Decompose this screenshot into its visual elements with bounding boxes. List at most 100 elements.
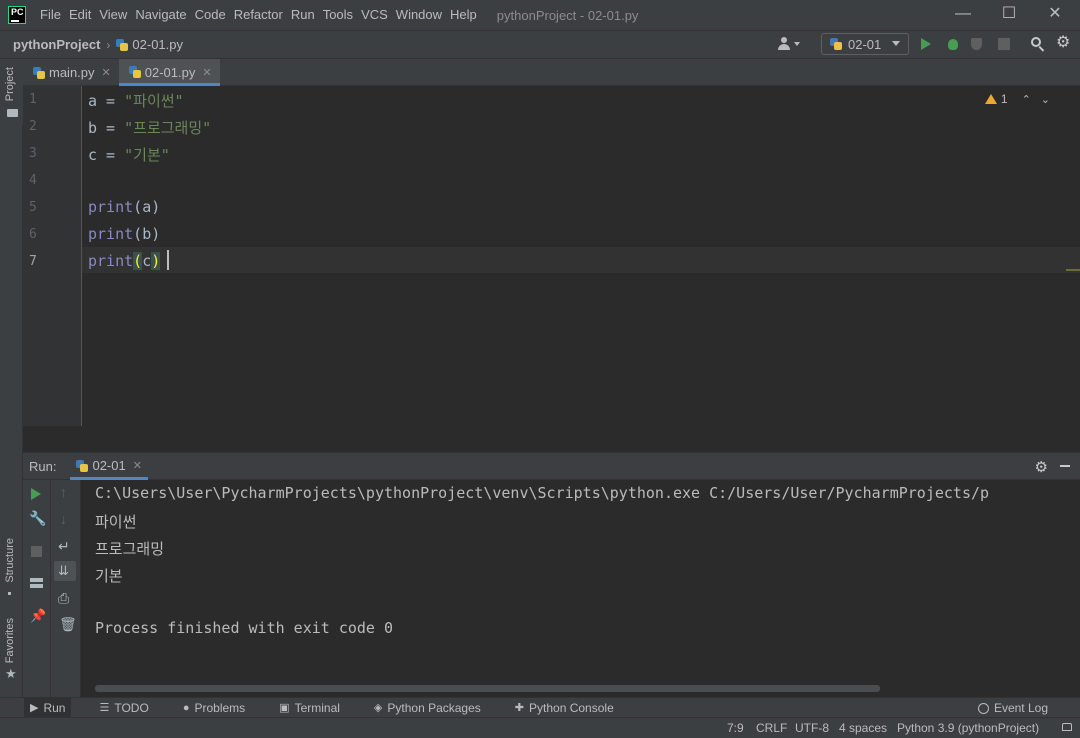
minimize-panel-icon[interactable] — [1060, 465, 1070, 467]
python-interpreter[interactable]: Python 3.9 (pythonProject) — [897, 721, 1039, 735]
arrow-down-icon[interactable]: ↓ — [60, 511, 76, 527]
menu-tools[interactable]: Tools — [319, 0, 357, 30]
left-tool-strip: Project Structure Favorites ★ — [0, 59, 23, 697]
menu-file[interactable]: File — [36, 0, 65, 30]
current-line-highlight — [82, 247, 1080, 273]
tool-todo[interactable]: ☰ TODO — [93, 698, 154, 718]
scroll-to-end-icon[interactable]: ⇊ — [54, 561, 76, 581]
scrollbar-marker[interactable] — [1066, 269, 1080, 271]
next-highlight-icon[interactable]: ⌄ — [1041, 93, 1050, 106]
run-console[interactable]: C:\Users\User\PycharmProjects\pythonProj… — [81, 480, 1080, 697]
pin-icon[interactable]: 📌 — [30, 608, 46, 624]
warning-icon — [984, 94, 997, 104]
menu-edit[interactable]: Edit — [65, 0, 95, 30]
close-window-button[interactable]: ✕ — [1032, 0, 1078, 30]
list-icon: ☰ — [99, 702, 110, 714]
print-icon[interactable]: ⎙ — [58, 590, 74, 606]
code-line-3[interactable]: c = "기본" — [88, 144, 170, 165]
project-tool-tab[interactable]: Project — [0, 59, 23, 125]
stop-icon[interactable] — [998, 38, 1010, 50]
code-line-1[interactable]: a = "파이썬" — [88, 90, 184, 111]
breadcrumb-project[interactable]: pythonProject — [13, 37, 100, 52]
trash-icon[interactable]: 🗑 — [59, 616, 77, 632]
menu-run[interactable]: Run — [287, 0, 319, 30]
pycharm-logo-icon: PC — [8, 6, 26, 24]
previous-highlight-icon[interactable]: ⌃ — [1022, 93, 1031, 106]
line-number: 5 — [29, 200, 37, 215]
close-tab-icon[interactable]: ✕ — [133, 459, 142, 472]
line-number: 6 — [29, 227, 37, 242]
tool-python-packages[interactable]: ◈ Python Packages — [368, 698, 487, 718]
python-file-icon — [830, 38, 842, 50]
breadcrumb: pythonProject › 02-01.py — [13, 37, 183, 52]
tool-problems[interactable]: ● Problems — [177, 698, 251, 718]
tab-02-01-py[interactable]: 02-01.py ✕ — [118, 59, 220, 86]
breadcrumb-file[interactable]: 02-01.py — [116, 37, 183, 52]
tool-label: Run — [43, 700, 66, 715]
tool-label: TODO — [114, 700, 149, 715]
star-icon: ★ — [5, 666, 17, 681]
structure-icon — [8, 592, 11, 595]
menu-navigate[interactable]: Navigate — [131, 0, 190, 30]
indent-setting[interactable]: 4 spaces — [839, 721, 887, 735]
matched-brace: ) — [151, 252, 161, 270]
rerun-icon[interactable] — [31, 488, 41, 500]
menu-code[interactable]: Code — [191, 0, 230, 30]
event-log-button[interactable]: Event Log — [977, 698, 1048, 718]
inspection-widget[interactable]: 1 ⌃ ⌄ — [984, 92, 1050, 106]
run-tab-02-01[interactable]: 02-01 ✕ — [70, 453, 148, 480]
menu-vcs[interactable]: VCS — [357, 0, 392, 30]
python-file-icon — [116, 38, 129, 51]
layout-icon[interactable] — [30, 578, 43, 588]
breadcrumb-separator-icon: › — [106, 37, 111, 52]
tab-main-py[interactable]: main.py ✕ — [23, 59, 119, 86]
chevron-down-icon — [892, 41, 900, 46]
code-line-7[interactable]: print(c) — [88, 252, 161, 270]
tool-run[interactable]: ▶ Run — [24, 697, 72, 718]
terminal-icon: ▣ — [279, 702, 290, 714]
minimize-button[interactable]: — — [940, 0, 986, 30]
code-editor[interactable]: a = "파이썬" b = "프로그래밍" c = "기본" print(a) … — [82, 86, 1080, 426]
file-encoding[interactable]: UTF-8 — [795, 721, 829, 735]
wrench-icon[interactable]: 🔧 — [29, 510, 46, 526]
maximize-button[interactable]: ☐ — [986, 0, 1032, 30]
gear-icon[interactable]: ⚙ — [1056, 35, 1072, 51]
tool-python-console[interactable]: ✚ Python Console — [509, 698, 620, 718]
favorites-tool-tab[interactable]: Favorites ★ — [0, 614, 23, 686]
run-tab-label: 02-01 — [92, 458, 126, 473]
python-file-icon — [33, 66, 45, 79]
debug-icon[interactable] — [945, 36, 961, 52]
warning-count: 1 — [1000, 92, 1008, 106]
run-configuration-select[interactable]: 02-01 — [821, 33, 909, 55]
editor-tab-bar: main.py ✕ 02-01.py ✕ — [23, 59, 1080, 86]
soft-wrap-icon[interactable]: ↵ — [58, 538, 74, 554]
gear-icon[interactable]: ⚙ — [1035, 458, 1048, 476]
menu-view[interactable]: View — [95, 0, 131, 30]
run-icon[interactable] — [921, 38, 931, 50]
project-tab-label: Project — [4, 67, 16, 102]
caret-position[interactable]: 7:9 — [727, 721, 744, 735]
close-tab-icon[interactable]: ✕ — [202, 66, 211, 79]
search-icon[interactable] — [1030, 36, 1046, 52]
panel-splitter[interactable] — [23, 426, 1080, 453]
horizontal-scrollbar[interactable] — [95, 685, 880, 692]
arrow-up-icon[interactable]: ↑ — [60, 484, 76, 500]
breadcrumb-file-label: 02-01.py — [132, 37, 183, 52]
menu-refactor[interactable]: Refactor — [230, 0, 287, 30]
run-toolbar-primary: 🔧 📌 — [23, 480, 51, 697]
title-bar: PC File Edit View Navigate Code Refactor… — [0, 0, 1080, 30]
code-line-6[interactable]: print(b) — [88, 225, 160, 243]
code-line-2[interactable]: b = "프로그래밍" — [88, 117, 211, 138]
lock-icon[interactable] — [1062, 723, 1072, 731]
close-tab-icon[interactable]: ✕ — [102, 66, 111, 79]
line-separator[interactable]: CRLF — [756, 721, 787, 735]
structure-tool-tab[interactable]: Structure — [0, 534, 23, 604]
code-line-5[interactable]: print(a) — [88, 198, 160, 216]
stop-icon[interactable] — [31, 546, 42, 557]
menu-window[interactable]: Window — [392, 0, 446, 30]
console-exit-line: Process finished with exit code 0 — [95, 619, 394, 637]
play-icon: ▶ — [30, 702, 39, 714]
tool-terminal[interactable]: ▣ Terminal — [273, 698, 346, 718]
coverage-icon[interactable] — [969, 36, 985, 52]
menu-help[interactable]: Help — [446, 0, 481, 30]
